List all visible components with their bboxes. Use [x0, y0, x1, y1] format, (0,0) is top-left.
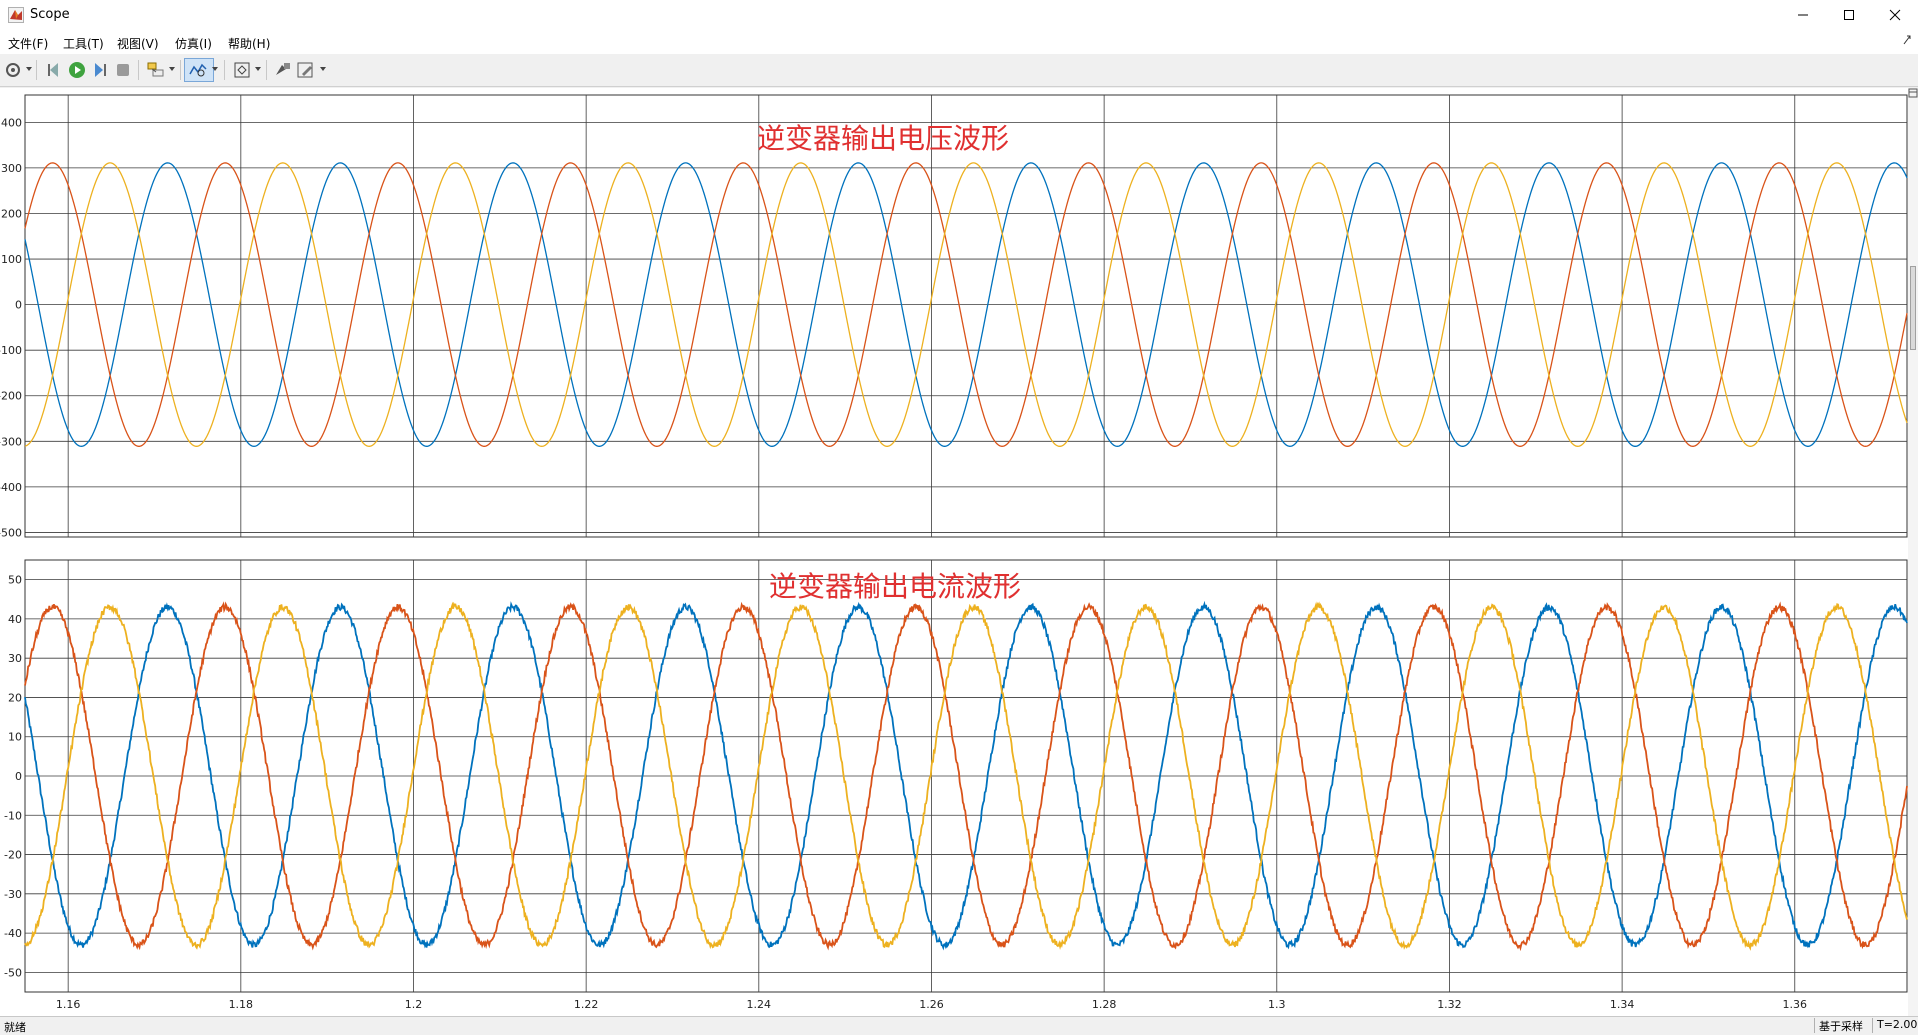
y-tick-label: 200	[1, 207, 22, 220]
y-tick-label: -100	[0, 344, 22, 357]
status-bar: 就绪 基于采样 T=2.000	[0, 1016, 1918, 1034]
y-tick-label: -50	[4, 966, 22, 979]
y-tick-label: 30	[8, 652, 22, 665]
current-y-tick-labels: 50 40 30 20 10 0 -10 -20 -30 -40 -50	[4, 574, 22, 980]
chevron-down-icon[interactable]	[26, 66, 32, 72]
step-forward-icon[interactable]	[89, 59, 111, 81]
status-text: 就绪	[4, 1021, 26, 1034]
y-tick-label: -40	[4, 927, 22, 940]
minimize-icon	[1798, 14, 1808, 16]
close-button[interactable]	[1872, 0, 1918, 30]
menu-simulation[interactable]: 仿真(I)	[175, 35, 212, 52]
undock-icon[interactable]	[1908, 88, 1918, 98]
chevron-down-icon[interactable]	[255, 66, 261, 72]
y-tick-label: -30	[4, 888, 22, 901]
y-tick-label: -10	[4, 809, 22, 822]
current-plot[interactable]: 50403020100-10-20-30-40-50 1.16 1.18 1.2 1.…	[4, 559, 1908, 1011]
menu-file[interactable]: 文件(F)	[8, 35, 48, 52]
title-bar: Scope	[0, 0, 1918, 30]
y-tick-label: -20	[4, 849, 22, 862]
y-tick-label: 20	[8, 691, 22, 704]
current-plot-title: 逆变器输出电流波形	[769, 570, 1021, 603]
zoom-icon[interactable]	[187, 59, 209, 81]
x-tick-label: 1.18	[229, 998, 254, 1011]
scrollbar-thumb[interactable]	[1910, 266, 1916, 350]
voltage-axes	[24, 94, 1908, 538]
minimize-button[interactable]	[1780, 0, 1826, 30]
pin-icon[interactable]	[1902, 34, 1912, 46]
y-tick-label: 50	[8, 574, 22, 587]
step-back-icon[interactable]	[44, 59, 66, 81]
x-tick-label: 1.28	[1092, 998, 1117, 1011]
edit-icon[interactable]	[295, 59, 317, 81]
y-tick-label: 0	[15, 299, 22, 312]
window-title: Scope	[30, 7, 70, 22]
x-tick-label: 1.26	[919, 998, 944, 1011]
sample-mode-indicator: 基于采样	[1814, 1018, 1867, 1033]
y-tick-label: -500	[0, 526, 22, 539]
chevron-down-icon[interactable]	[320, 66, 326, 72]
voltage-plot-title: 逆变器输出电压波形	[757, 122, 1009, 155]
x-tick-label: 1.24	[747, 998, 772, 1011]
highlight-icon[interactable]	[145, 59, 167, 81]
maximize-button[interactable]	[1826, 0, 1872, 30]
vertical-scrollbar[interactable]	[1908, 88, 1918, 1016]
fit-view-icon[interactable]	[231, 59, 253, 81]
x-tick-label: 1.36	[1783, 998, 1808, 1011]
x-tick-label: 1.3	[1268, 998, 1286, 1011]
menu-view[interactable]: 视图(V)	[117, 35, 159, 52]
x-tick-label: 1.32	[1437, 998, 1462, 1011]
y-tick-label: -300	[0, 435, 22, 448]
plot-area: 4003002001000-100-200-300-400-500 逆变器输出电…	[0, 88, 1918, 1016]
toolbar-separator	[266, 60, 267, 80]
y-tick-label: 0	[15, 770, 22, 783]
matlab-scope-icon	[8, 7, 24, 23]
x-tick-label: 1.34	[1610, 998, 1635, 1011]
toolbar-separator	[180, 60, 181, 80]
menu-tools[interactable]: 工具(T)	[63, 35, 104, 52]
y-tick-label: 100	[1, 253, 22, 266]
y-tick-label: 300	[1, 162, 22, 175]
close-icon	[1889, 9, 1901, 21]
chevron-down-icon[interactable]	[212, 66, 218, 72]
scope-plots[interactable]: 4003002001000-100-200-300-400-500 逆变器输出电…	[0, 88, 1908, 1016]
chevron-down-icon[interactable]	[169, 66, 175, 72]
toolbar-separator	[36, 60, 37, 80]
menu-bar: 文件(F) 工具(T) 视图(V) 仿真(I) 帮助(H)	[0, 30, 1918, 54]
y-tick-label: 40	[8, 613, 22, 626]
y-tick-label: 10	[8, 731, 22, 744]
x-tick-label: 1.22	[574, 998, 599, 1011]
simulation-time-indicator: T=2.000	[1872, 1018, 1918, 1033]
toolbar	[0, 54, 1918, 87]
x-tick-label: 1.16	[56, 998, 81, 1011]
voltage-y-tick-labels: 400 300 200 100 0 -100 -200 -300 -400 -500	[0, 116, 22, 539]
stop-icon[interactable]	[112, 59, 134, 81]
y-tick-label: -400	[0, 481, 22, 494]
write-access-icon[interactable]	[272, 59, 294, 81]
toolbar-separator	[138, 60, 139, 80]
toolbar-separator	[224, 60, 225, 80]
voltage-plot[interactable]: 400 300 200 100 0 -100 -200 -300 -400 -500 逆变器输出电…	[0, 94, 1908, 539]
maximize-icon	[1844, 10, 1854, 20]
y-tick-label: -200	[0, 390, 22, 403]
menu-help[interactable]: 帮助(H)	[228, 35, 270, 52]
settings-icon[interactable]	[3, 59, 25, 81]
run-icon[interactable]	[66, 59, 88, 81]
current-x-tick-labels: 1.16 1.18 1.2 1.22 1.24 1.26 1.28 1.3 1.32 1.34 1.…	[56, 998, 1807, 1011]
y-tick-label: 400	[1, 116, 22, 129]
x-tick-label: 1.2	[405, 998, 423, 1011]
